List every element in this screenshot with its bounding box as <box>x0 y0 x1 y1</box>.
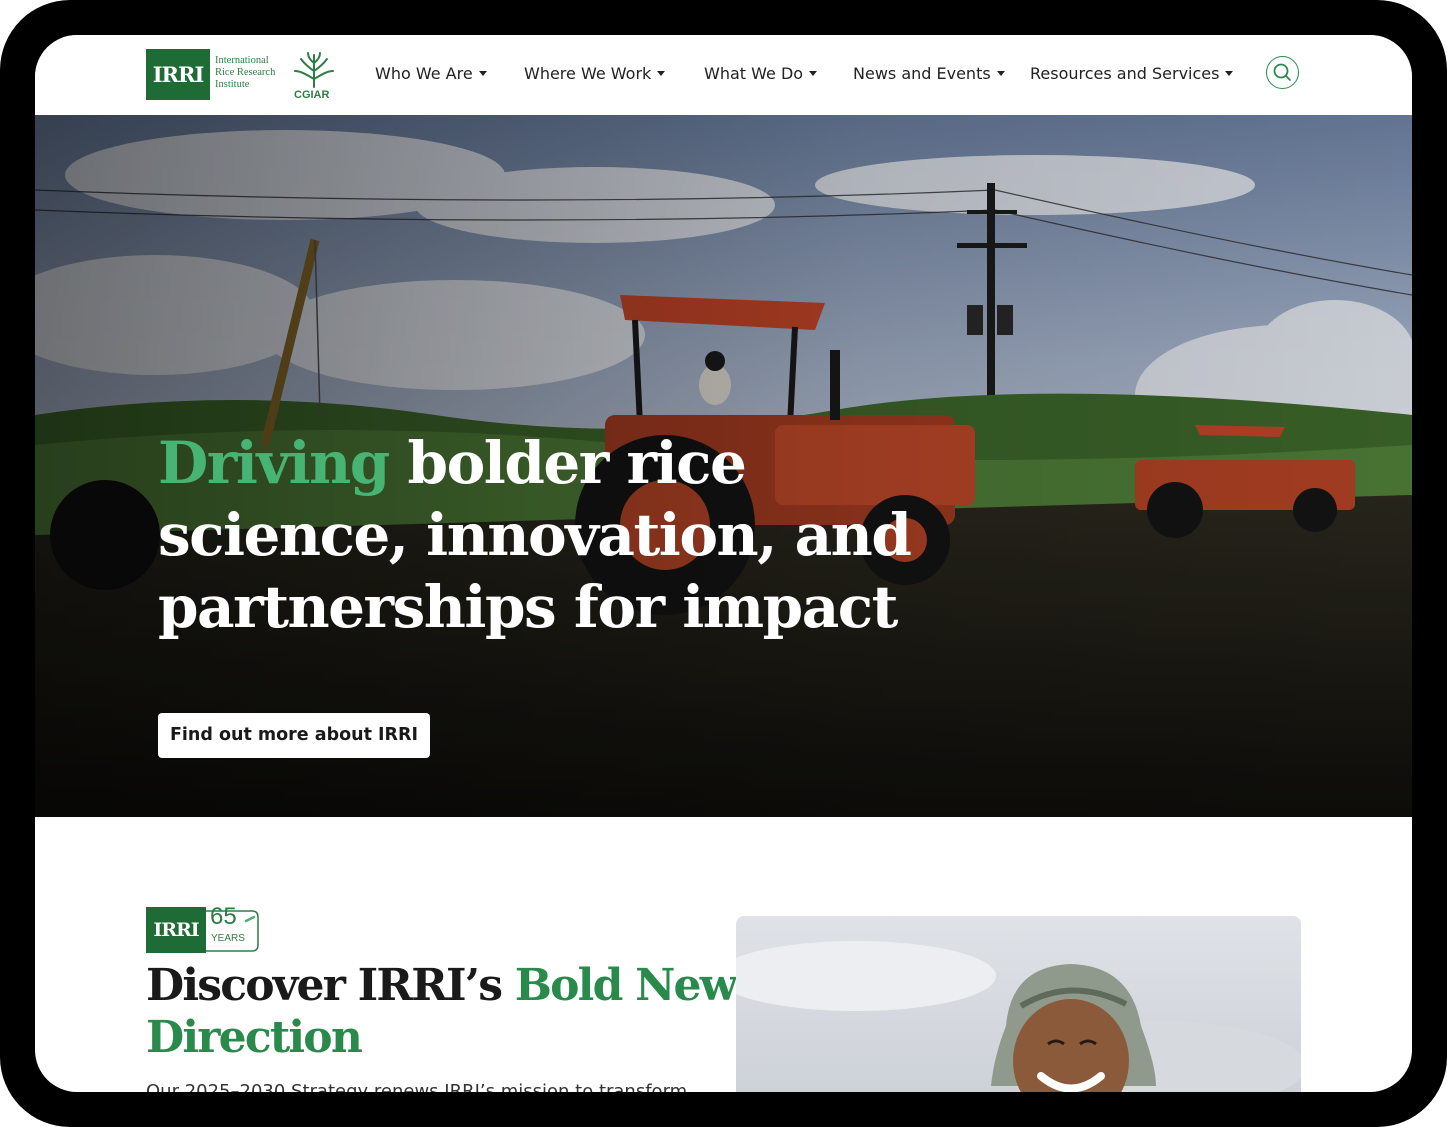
device-frame: IRRI International Rice Research Institu… <box>0 0 1447 1127</box>
caret-down-icon <box>478 71 487 76</box>
irri-65-years-badge: IRRI 65 YEARS <box>146 903 266 955</box>
caret-down-icon <box>996 71 1005 76</box>
rice-plant-icon <box>294 52 334 88</box>
browser-viewport: IRRI International Rice Research Institu… <box>35 35 1412 1092</box>
nav-label: Resources and Services <box>1030 64 1220 83</box>
irri-org-name: International Rice Research Institute <box>215 55 295 91</box>
caret-down-icon <box>809 71 818 76</box>
cgiar-logo: CGIAR <box>289 49 339 103</box>
farmer-photo <box>736 916 1301 1092</box>
cgiar-label: CGIAR <box>294 89 330 101</box>
nav-who-we-are[interactable]: Who We Are <box>375 62 487 86</box>
search-button[interactable] <box>1266 56 1299 89</box>
hero-heading-accent: Driving <box>158 429 390 497</box>
org-name-line: International <box>215 55 269 66</box>
nav-news-and-events[interactable]: News and Events <box>853 62 1005 86</box>
find-out-more-button[interactable]: Find out more about IRRI <box>158 713 430 758</box>
org-name-line: Rice Research <box>215 67 276 78</box>
nav-label: What We Do <box>704 64 804 83</box>
org-name-line: Institute <box>215 79 250 90</box>
smiling-farmer-image <box>736 916 1301 1092</box>
section-intro-text: Our 2025–2030 Strategy renews IRRI’s mis… <box>146 1081 688 1092</box>
nav-label: Where We Work <box>524 64 652 83</box>
hero-banner: Driving bolder rice science, innovation,… <box>35 115 1412 817</box>
nav-label: News and Events <box>853 64 991 83</box>
nav-resources-and-services[interactable]: Resources and Services <box>1030 62 1234 86</box>
nav-where-we-work[interactable]: Where We Work <box>524 62 666 86</box>
section-heading: Discover IRRI’s Bold New Direction <box>146 960 746 1064</box>
caret-down-icon <box>1225 71 1234 76</box>
site-header: IRRI International Rice Research Institu… <box>35 35 1412 115</box>
irri-logo[interactable]: IRRI International Rice Research Institu… <box>146 49 336 103</box>
badge-outline-icon <box>206 910 259 952</box>
nav-what-we-do[interactable]: What We Do <box>704 62 818 86</box>
hero-heading: Driving bolder rice science, innovation,… <box>158 427 918 643</box>
irri-logo-mark: IRRI <box>146 49 210 100</box>
section-heading-dark: Discover IRRI’s <box>146 960 515 1011</box>
nav-label: Who We Are <box>375 64 473 83</box>
search-icon <box>1273 63 1291 81</box>
caret-down-icon <box>657 71 666 76</box>
